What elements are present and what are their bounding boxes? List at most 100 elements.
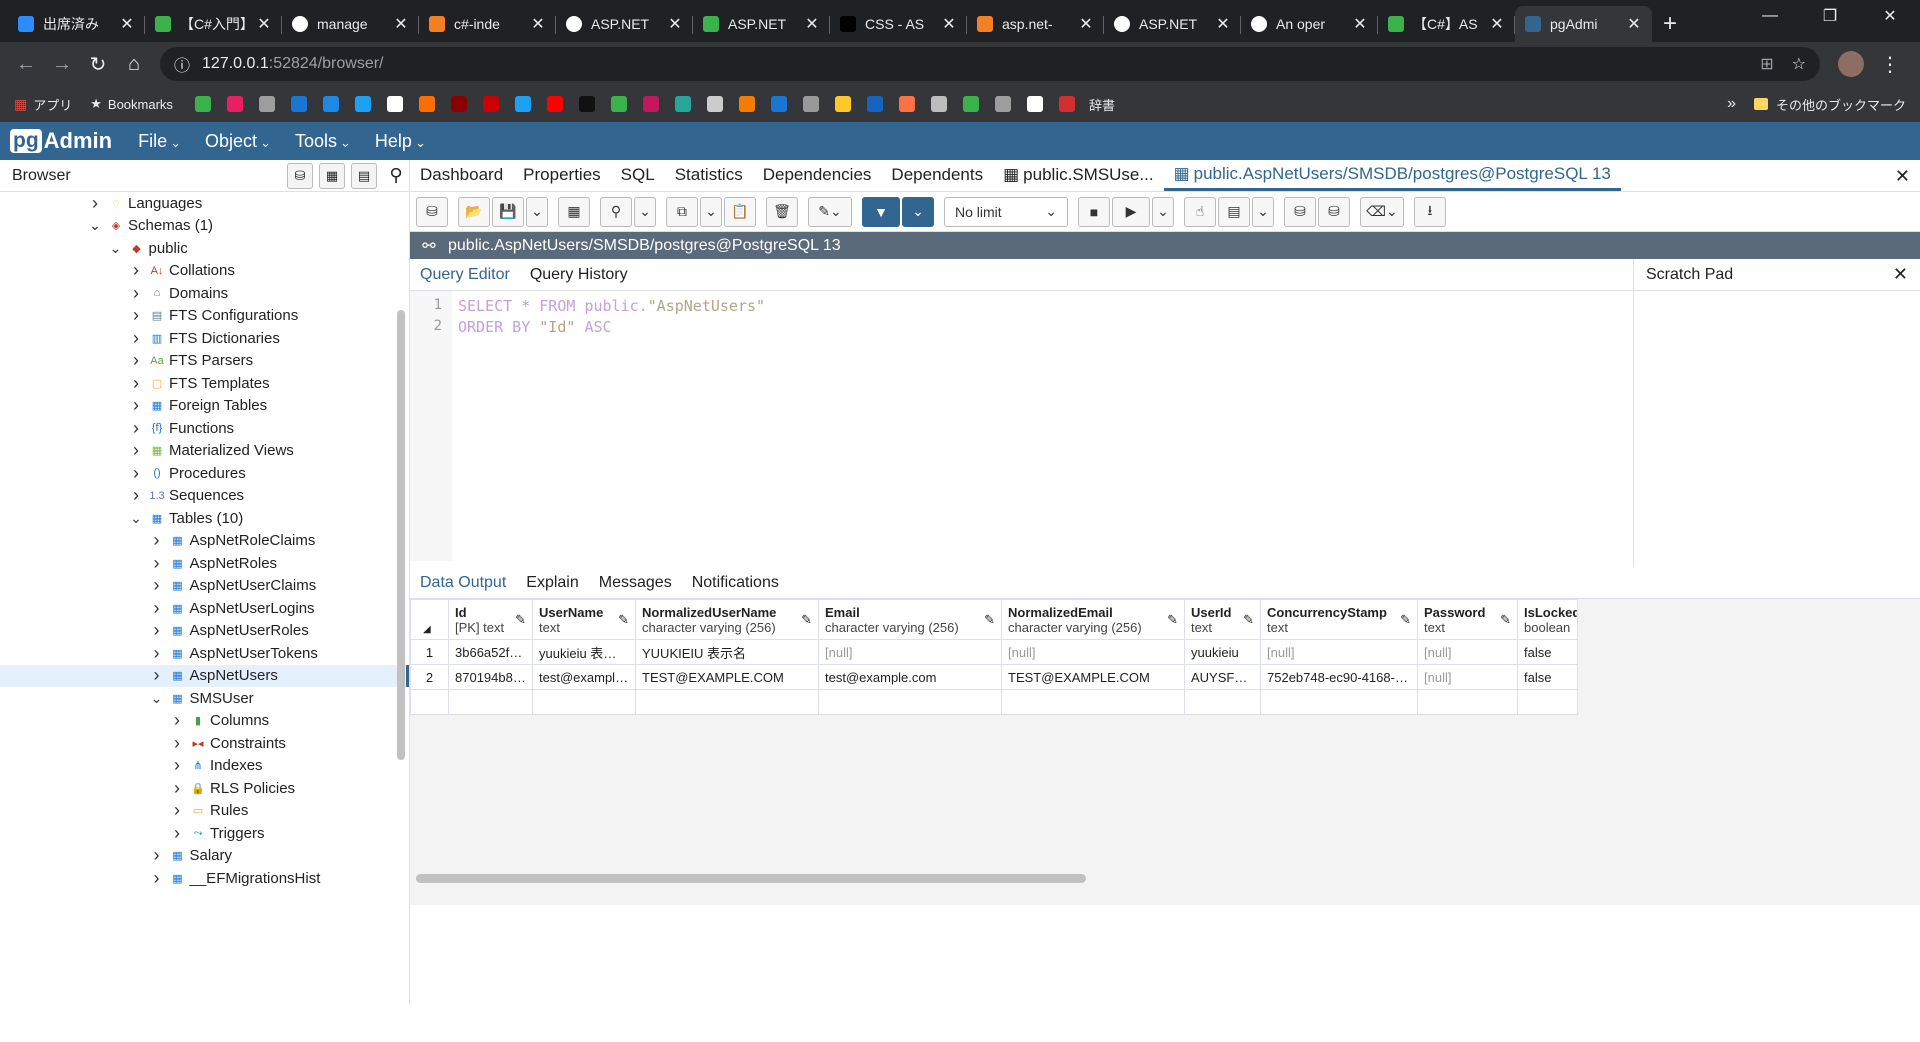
chevron-right-icon[interactable]: › xyxy=(129,260,143,281)
panel-tab[interactable]: SQL xyxy=(611,165,665,191)
empty-cell[interactable] xyxy=(532,689,636,715)
view-data-icon[interactable]: ▦ xyxy=(319,162,345,189)
column-header[interactable]: ConcurrencyStamp text ✎ xyxy=(1260,599,1418,640)
site-info-icon[interactable]: ⓘ xyxy=(174,52,190,76)
filter-dropdown-icon[interactable]: ⌄ xyxy=(902,196,934,227)
reload-icon[interactable]: ↻ xyxy=(82,48,114,80)
chevron-right-icon[interactable]: › xyxy=(129,485,143,506)
bookmark-star-icon[interactable]: ☆ xyxy=(1792,54,1806,74)
close-scratch-icon[interactable]: ✕ xyxy=(1893,264,1908,285)
chevron-right-icon[interactable]: › xyxy=(129,305,143,326)
tree-node[interactable]: › ▦ __EFMigrationsHist xyxy=(0,867,409,890)
browser-tab[interactable]: manage ✕ xyxy=(282,6,419,42)
tree-node[interactable]: › ▦ AspNetUserClaims xyxy=(0,575,409,598)
output-tab[interactable]: Notifications xyxy=(682,574,789,598)
sql-editor[interactable]: 1 2 SELECT * FROM public."AspNetUsers" O… xyxy=(410,291,1633,561)
browser-tab[interactable]: ASP.NET ✕ xyxy=(693,6,830,42)
browser-tab[interactable]: ASP.NET ✕ xyxy=(1104,6,1241,42)
row-header-corner[interactable]: ◢ xyxy=(410,599,449,640)
close-tab-icon[interactable]: ✕ xyxy=(804,14,820,34)
close-window-icon[interactable]: ✕ xyxy=(1860,0,1920,32)
empty-cell[interactable] xyxy=(410,689,449,715)
close-panel-icon[interactable]: ✕ xyxy=(1895,166,1910,187)
bookmark-favicon[interactable] xyxy=(898,96,915,112)
chevron-down-icon[interactable]: ⌄ xyxy=(129,510,143,527)
bookmark-favicon[interactable] xyxy=(290,96,307,112)
column-header[interactable]: NormalizedEmail character varying (256) ✎ xyxy=(1001,599,1185,640)
column-header[interactable]: Password text ✎ xyxy=(1417,599,1518,640)
chevron-right-icon[interactable]: › xyxy=(129,373,143,394)
browser-tab[interactable]: An oper ✕ xyxy=(1241,6,1378,42)
close-tab-icon[interactable]: ✕ xyxy=(1626,14,1642,34)
panel-tab[interactable]: Properties xyxy=(513,165,610,191)
bookmark-favicon[interactable] xyxy=(802,96,819,112)
search-icon[interactable]: ⚲ xyxy=(383,163,409,189)
menu-file[interactable]: File ⌄ xyxy=(138,131,181,152)
browser-tab[interactable]: 出席済み ✕ xyxy=(8,6,145,42)
chevron-right-icon[interactable]: › xyxy=(170,800,184,821)
output-tab[interactable]: Data Output xyxy=(410,574,516,598)
tree-node[interactable]: › Aa FTS Parsers xyxy=(0,350,409,373)
table-cell[interactable]: [null] xyxy=(1417,664,1518,690)
browser-tab[interactable]: 【C#】AS ✕ xyxy=(1378,6,1515,42)
empty-cell[interactable] xyxy=(1001,689,1185,715)
bookmark-favicon[interactable] xyxy=(258,96,275,112)
panel-tab[interactable]: ▦ public.AspNetUsers/SMSDB/postgres@Postg… xyxy=(1163,164,1621,191)
chevron-right-icon[interactable]: › xyxy=(129,283,143,304)
explain-analyze-icon[interactable]: ▤ xyxy=(1218,196,1250,227)
chevron-right-icon[interactable]: › xyxy=(150,598,164,619)
chevron-right-icon[interactable]: › xyxy=(170,778,184,799)
bookmark-favicon[interactable] xyxy=(194,96,211,112)
chevron-right-icon[interactable]: › xyxy=(129,418,143,439)
chevron-right-icon[interactable]: › xyxy=(170,755,184,776)
clear-icon[interactable]: ⌫⌄ xyxy=(1360,196,1404,227)
table-row[interactable]: 2 870194b8-4... test@example.... TEST@EXAMP… xyxy=(410,664,1578,690)
tree-node[interactable]: › ▥ FTS Dictionaries xyxy=(0,327,409,350)
tree-node[interactable]: › A↓ Collations xyxy=(0,260,409,283)
close-tab-icon[interactable]: ✕ xyxy=(1078,14,1094,34)
table-cell[interactable]: [null] xyxy=(1260,639,1418,665)
browser-tab[interactable]: c#-inde ✕ xyxy=(419,6,556,42)
table-cell[interactable]: YUUKIEIU 表示名 xyxy=(635,639,819,665)
chevron-right-icon[interactable]: › xyxy=(88,193,102,214)
close-tab-icon[interactable]: ✕ xyxy=(1352,14,1368,34)
chevron-right-icon[interactable]: › xyxy=(129,328,143,349)
table-cell[interactable]: yuukieiu 表示名 xyxy=(532,639,636,665)
empty-cell[interactable] xyxy=(1260,689,1418,715)
empty-cell[interactable] xyxy=(1417,689,1518,715)
filtered-rows-icon[interactable]: ▤ xyxy=(351,162,377,189)
empty-cell[interactable] xyxy=(635,689,819,715)
address-bar[interactable]: ⓘ 127.0.0.1:52824/browser/ ⊞ ☆ xyxy=(160,47,1820,81)
find-dropdown-icon[interactable]: ⌄ xyxy=(634,196,656,227)
column-header[interactable]: UserId text ✎ xyxy=(1184,599,1261,640)
bookmark-favicon[interactable] xyxy=(514,96,531,112)
chevron-down-icon[interactable]: ⌄ xyxy=(109,240,123,257)
bookmark-favicon[interactable] xyxy=(1026,96,1043,112)
bookmark-favicon[interactable] xyxy=(418,96,435,112)
bookmark-favicon[interactable] xyxy=(386,96,403,112)
tree-node[interactable]: › ▦ Materialized Views xyxy=(0,440,409,463)
chevron-right-icon[interactable]: › xyxy=(150,620,164,641)
table-cell[interactable]: 870194b8-4... xyxy=(448,664,533,690)
bookmark-favicon[interactable] xyxy=(578,96,595,112)
chevron-right-icon[interactable]: › xyxy=(170,823,184,844)
chevron-right-icon[interactable]: › xyxy=(150,665,164,686)
close-tab-icon[interactable]: ✕ xyxy=(119,14,135,34)
bookmark-favicon[interactable] xyxy=(1058,96,1075,112)
table-row[interactable]: 1 3b66a52f-1a... yuukieiu 表示名 YUUKIEIU 表示名[… xyxy=(410,639,1578,665)
table-cell[interactable]: [null] xyxy=(818,639,1002,665)
browser-tab[interactable]: ASP.NET ✕ xyxy=(556,6,693,42)
bookmark-favicon[interactable] xyxy=(930,96,947,112)
table-cell[interactable]: test@example.... xyxy=(532,664,636,690)
minimize-icon[interactable]: — xyxy=(1740,0,1800,32)
tree-node[interactable]: › ⤳ Triggers xyxy=(0,822,409,845)
close-tab-icon[interactable]: ✕ xyxy=(393,14,409,34)
browser-tab[interactable]: asp.net- ✕ xyxy=(967,6,1104,42)
bookmark-favicon[interactable] xyxy=(482,96,499,112)
new-tab-button[interactable]: + xyxy=(1652,6,1688,42)
table-cell[interactable]: TEST@EXAMPLE.COM xyxy=(1001,664,1185,690)
rollback-icon[interactable]: ⛁ xyxy=(1318,196,1350,227)
chevron-right-icon[interactable]: › xyxy=(150,530,164,551)
bookmark-favicon[interactable] xyxy=(770,96,787,112)
table-cell[interactable]: test@example.com xyxy=(818,664,1002,690)
